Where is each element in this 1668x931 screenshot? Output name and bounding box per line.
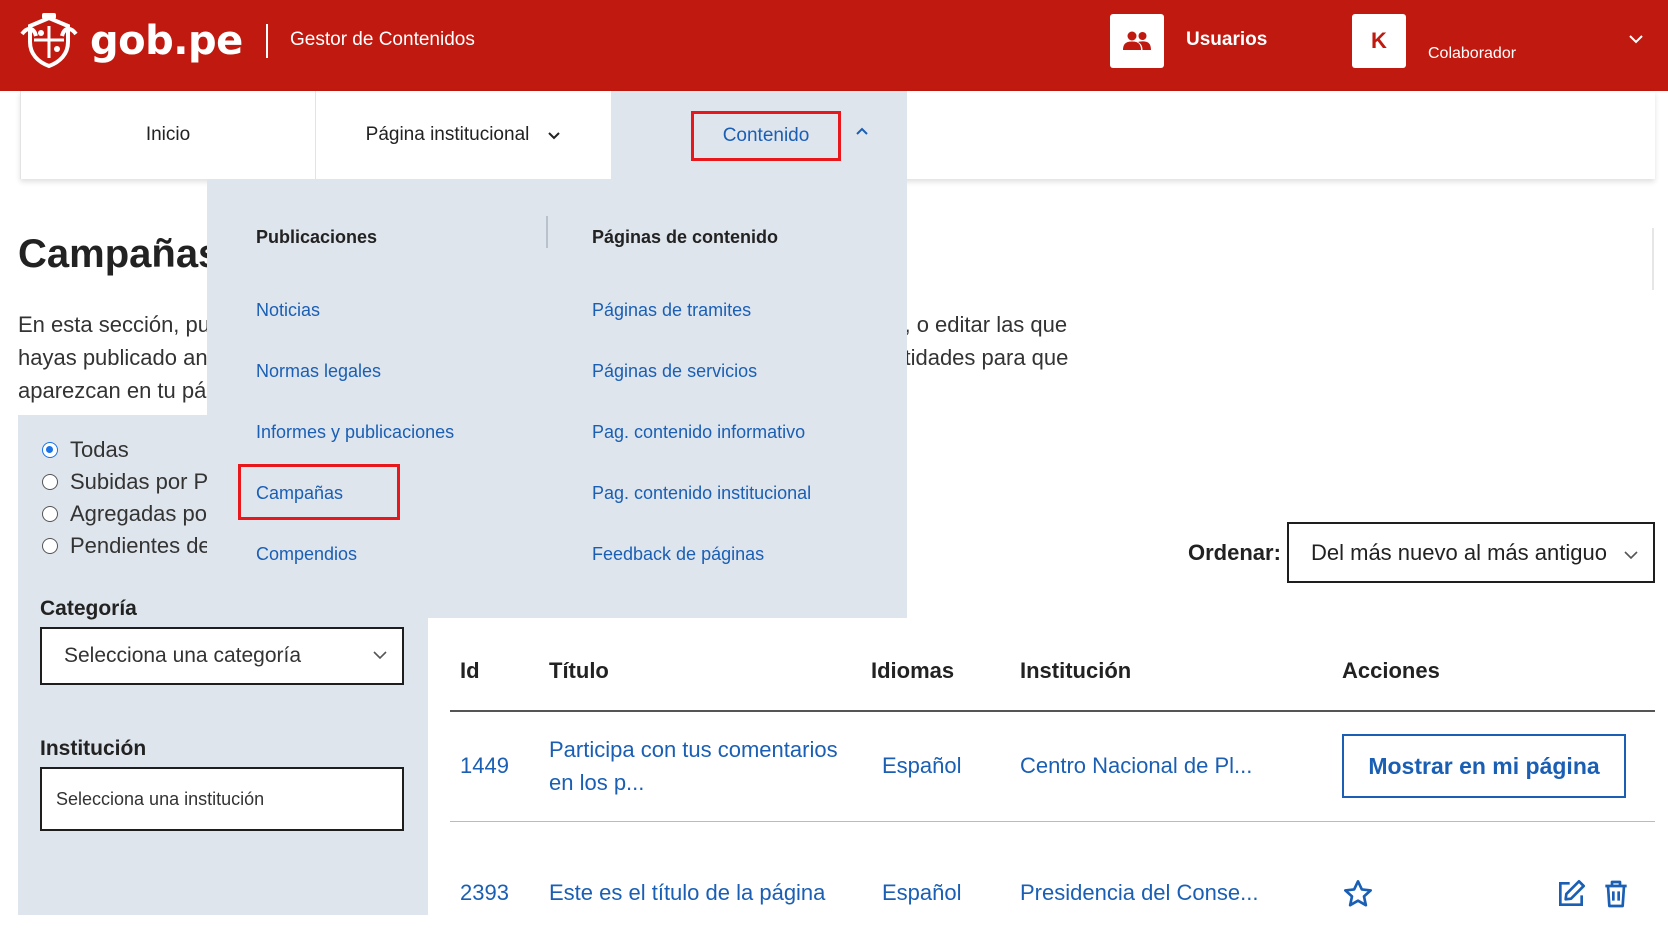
intro-line: ad, o editar las que xyxy=(880,312,1068,337)
main-nav: Inicio Página institucional Contenido xyxy=(20,91,1655,179)
radio-label: Agregadas por xyxy=(70,501,215,526)
chevron-down-icon xyxy=(1624,551,1638,560)
row-language[interactable]: Español xyxy=(882,749,962,782)
nav-pagina-institucional[interactable]: Página institucional xyxy=(316,91,611,179)
radio-label: Todas xyxy=(70,437,129,462)
table-header-divider xyxy=(450,710,1655,712)
sort-select[interactable]: Del más nuevo al más antiguo xyxy=(1287,522,1655,583)
radio-button[interactable] xyxy=(42,442,58,458)
menu-item-contenido-informativo[interactable]: Pag. contenido informativo xyxy=(592,422,805,443)
top-header: gob.pe Gestor de Contenidos Usuarios K C… xyxy=(0,0,1668,91)
avatar[interactable]: K xyxy=(1352,14,1406,68)
show-on-my-page-button[interactable]: Mostrar en mi página xyxy=(1342,734,1626,798)
radio-button[interactable] xyxy=(42,474,58,490)
institucion-select[interactable]: Selecciona una institución xyxy=(40,767,404,831)
user-role: Colaborador xyxy=(1428,45,1517,62)
column-header-titulo: Título xyxy=(549,658,609,683)
radio-pendientes[interactable]: Pendientes de xyxy=(42,533,211,559)
gob-pe-logo[interactable]: gob.pe xyxy=(20,12,243,70)
menu-column-title: Páginas de contenido xyxy=(592,227,779,247)
page-title: Campañas xyxy=(18,232,221,276)
trash-icon[interactable] xyxy=(1600,878,1632,910)
column-header-institucion: Institución xyxy=(1020,658,1132,683)
row-id[interactable]: 2393 xyxy=(460,876,509,909)
radio-label: Pendientes de xyxy=(70,533,211,558)
radio-label: Subidas por P xyxy=(70,469,209,494)
chevron-up-icon xyxy=(856,127,868,135)
intro-line: En esta sección, pu xyxy=(18,312,211,337)
column-header-acciones: Acciones xyxy=(1342,658,1440,683)
radio-subidas[interactable]: Subidas por P xyxy=(42,469,208,495)
logo-text: gob.pe xyxy=(90,18,243,64)
menu-item-feedback-paginas[interactable]: Feedback de páginas xyxy=(592,544,764,565)
contenido-dropdown-menu: Publicaciones Páginas de contenido Notic… xyxy=(207,179,907,618)
intro-line: aparezcan en tu pá xyxy=(18,378,207,403)
menu-item-paginas-tramites[interactable]: Páginas de tramites xyxy=(592,300,751,321)
row-id[interactable]: 1449 xyxy=(460,749,509,782)
chevron-down-icon xyxy=(548,131,561,139)
intro-line: entidades para que xyxy=(880,345,1069,370)
chevron-down-icon[interactable] xyxy=(1628,34,1644,44)
nav-inicio[interactable]: Inicio xyxy=(21,91,316,179)
star-icon[interactable] xyxy=(1342,878,1374,910)
divider xyxy=(1652,228,1654,290)
nav-pagina-label: Página institucional xyxy=(365,124,530,145)
menu-item-campanas[interactable]: Campañas xyxy=(256,483,343,504)
row-institution[interactable]: Presidencia del Conse... xyxy=(1020,876,1258,909)
column-header-idiomas: Idiomas xyxy=(871,658,955,683)
radio-button[interactable] xyxy=(42,538,58,554)
radio-agregadas[interactable]: Agregadas por xyxy=(42,501,214,527)
row-title-link[interactable]: Participa con tus comentarios en los p..… xyxy=(549,733,838,799)
categoria-label: Categoría xyxy=(40,597,137,620)
sort-label: Ordenar: xyxy=(1188,540,1281,565)
users-icon xyxy=(1123,31,1151,50)
menu-item-informes[interactable]: Informes y publicaciones xyxy=(256,422,454,443)
categoria-value: Selecciona una categoría xyxy=(64,644,301,667)
row-title-line: en los p... xyxy=(549,770,645,795)
row-title-line: Participa con tus comentarios xyxy=(549,737,838,762)
menu-item-noticias[interactable]: Noticias xyxy=(256,300,320,321)
menu-item-compendios[interactable]: Compendios xyxy=(256,544,357,565)
intro-text-right: ad, o editar las que entidades para que xyxy=(880,308,1068,374)
users-button[interactable] xyxy=(1110,14,1164,68)
intro-line: hayas publicado an xyxy=(18,345,208,370)
row-divider xyxy=(450,821,1655,822)
sort-value: Del más nuevo al más antiguo xyxy=(1311,539,1607,565)
nav-contenido[interactable]: Contenido xyxy=(611,91,907,179)
radio-todas[interactable]: Todas xyxy=(42,437,129,463)
menu-column-divider xyxy=(546,216,548,248)
row-title-link[interactable]: Este es el título de la página xyxy=(549,876,825,909)
menu-item-paginas-servicios[interactable]: Páginas de servicios xyxy=(592,361,757,382)
column-header-id: Id xyxy=(460,658,480,683)
row-language[interactable]: Español xyxy=(882,876,962,909)
menu-column-title: Publicaciones xyxy=(256,227,378,247)
edit-icon[interactable] xyxy=(1555,878,1587,910)
chevron-down-icon xyxy=(373,651,387,660)
header-divider xyxy=(266,24,268,58)
menu-item-contenido-institucional[interactable]: Pag. contenido institucional xyxy=(592,483,811,504)
app-name: Gestor de Contenidos xyxy=(290,29,475,50)
row-institution[interactable]: Centro Nacional de Pl... xyxy=(1020,749,1252,782)
nav-contenido-label[interactable]: Contenido xyxy=(691,111,841,161)
institucion-value: Selecciona una institución xyxy=(56,788,265,809)
peru-emblem-icon xyxy=(20,13,78,69)
radio-button[interactable] xyxy=(42,506,58,522)
institucion-label: Institución xyxy=(40,737,147,760)
intro-text: En esta sección, pu hayas publicado an a… xyxy=(18,308,210,407)
categoria-select[interactable]: Selecciona una categoría xyxy=(40,627,404,685)
users-label[interactable]: Usuarios xyxy=(1186,29,1267,51)
nav-inicio-label: Inicio xyxy=(145,124,191,145)
menu-item-normas-legales[interactable]: Normas legales xyxy=(256,361,381,382)
